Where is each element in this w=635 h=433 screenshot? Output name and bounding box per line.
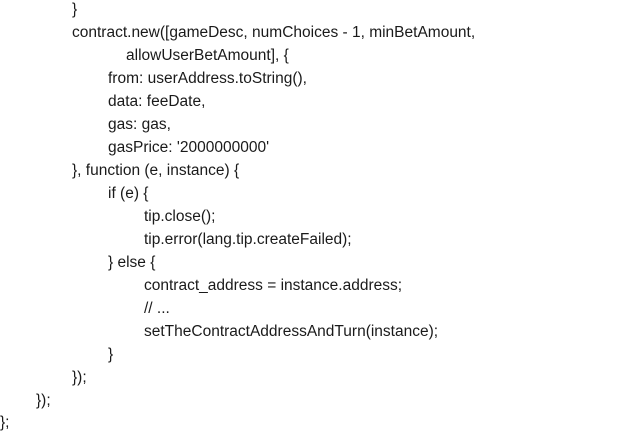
code-line: gasPrice: '2000000000' <box>108 139 270 156</box>
code-line: tip.close(); <box>144 208 216 225</box>
code-line: gas: gas, <box>108 116 171 133</box>
code-line: } else { <box>108 254 156 271</box>
code-line: if (e) { <box>108 185 149 202</box>
code-line: }); <box>72 369 87 386</box>
code-line: allowUserBetAmount], { <box>126 47 289 64</box>
code-line: }; <box>0 414 10 431</box>
code-line: }, function (e, instance) { <box>72 162 240 179</box>
code-comment: // ... <box>144 300 170 317</box>
code-line: }); <box>36 392 51 409</box>
code-line: tip.error(lang.tip.createFailed); <box>144 231 352 248</box>
code-line: from: userAddress.toString(), <box>108 70 307 87</box>
code-listing: } contract.new([gameDesc, numChoices - 1… <box>0 0 635 432</box>
code-line: } <box>108 346 114 363</box>
code-line: } <box>72 1 78 18</box>
code-line: contract.new([gameDesc, numChoices - 1, … <box>72 24 476 41</box>
code-line: setTheContractAddressAndTurn(instance); <box>144 323 439 340</box>
code-line: contract_address = instance.address; <box>144 277 403 294</box>
code-line: data: feeDate, <box>108 93 206 110</box>
